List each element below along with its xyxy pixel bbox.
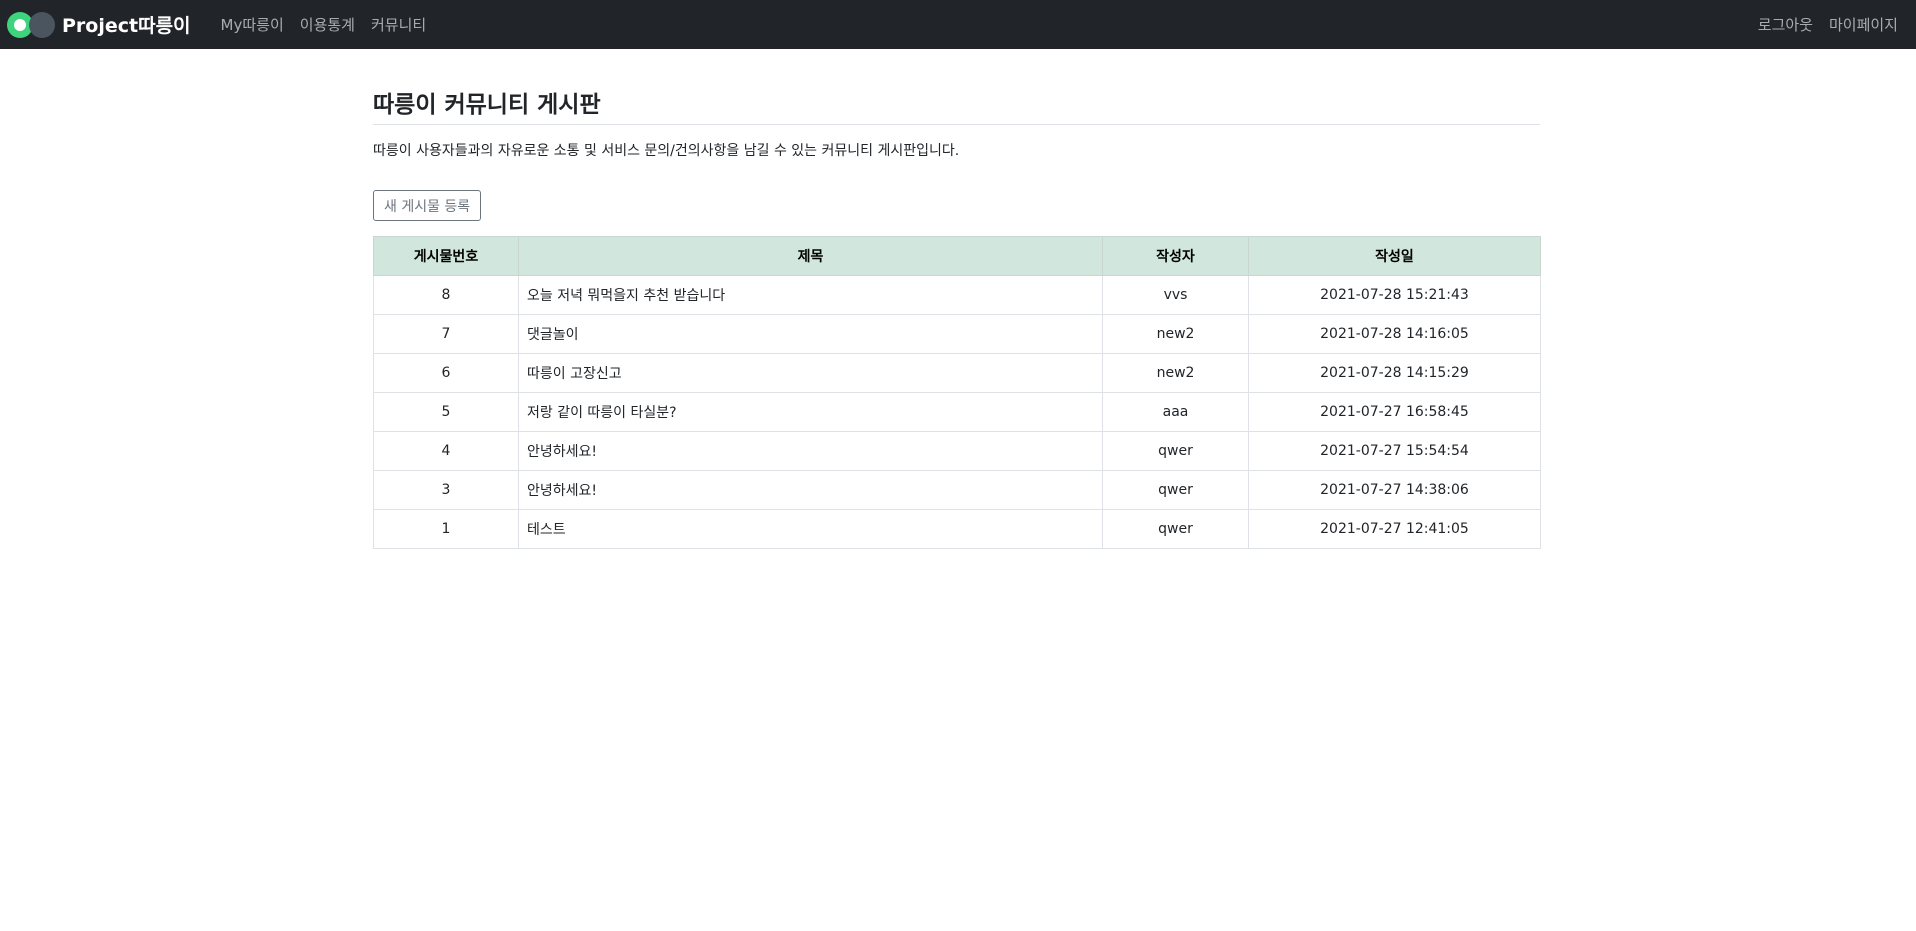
table-header-row: 게시물번호 제목 작성자 작성일 xyxy=(373,236,1541,276)
post-title-link[interactable]: 오늘 저녁 뭐먹을지 추천 받습니다 xyxy=(518,275,1103,315)
post-author: new2 xyxy=(1102,314,1249,354)
logo-wheel-right xyxy=(29,11,55,38)
brand-link[interactable]: Project따릉이 xyxy=(7,11,191,39)
post-number: 3 xyxy=(373,470,519,510)
header-author: 작성자 xyxy=(1102,236,1249,276)
nav-link-statistics[interactable]: 이용통계 xyxy=(292,14,363,35)
new-post-button[interactable]: 새 게시물 등록 xyxy=(373,190,482,221)
brand-name: Project따릉이 xyxy=(62,15,191,37)
table-row[interactable]: 5 저랑 같이 따릉이 타실분? aaa 2021-07-27 16:58:45 xyxy=(373,392,1541,432)
post-title-link[interactable]: 댓글놀이 xyxy=(518,314,1103,354)
post-title-link[interactable]: 저랑 같이 따릉이 타실분? xyxy=(518,392,1103,432)
nav-link-my-bike[interactable]: My따릉이 xyxy=(213,14,292,35)
table-row[interactable]: 1 테스트 qwer 2021-07-27 12:41:05 xyxy=(373,509,1541,549)
post-number: 5 xyxy=(373,392,519,432)
main-content: 따릉이 커뮤니티 게시판 따릉이 사용자들과의 자유로운 소통 및 서비스 문의… xyxy=(373,49,1541,549)
post-author: new2 xyxy=(1102,353,1249,393)
header-title: 제목 xyxy=(518,236,1103,276)
post-date: 2021-07-28 15:21:43 xyxy=(1248,275,1541,315)
nav-right-menu: 로그아웃 마이페이지 xyxy=(1750,14,1906,35)
post-date: 2021-07-27 12:41:05 xyxy=(1248,509,1541,549)
header-post-number: 게시물번호 xyxy=(373,236,519,276)
post-title-link[interactable]: 안녕하세요! xyxy=(518,431,1103,471)
post-date: 2021-07-27 16:58:45 xyxy=(1248,392,1541,432)
table-row[interactable]: 8 오늘 저녁 뭐먹을지 추천 받습니다 vvs 2021-07-28 15:2… xyxy=(373,275,1541,315)
post-number: 6 xyxy=(373,353,519,393)
page-title: 따릉이 커뮤니티 게시판 xyxy=(373,92,601,118)
table-row[interactable]: 3 안녕하세요! qwer 2021-07-27 14:38:06 xyxy=(373,470,1541,510)
bike-logo-icon xyxy=(7,11,55,39)
post-title-link[interactable]: 따릉이 고장신고 xyxy=(518,353,1103,393)
post-title-link[interactable]: 안녕하세요! xyxy=(518,470,1103,510)
title-divider xyxy=(373,124,1540,125)
nav-left-menu: My따릉이 이용통계 커뮤니티 xyxy=(213,14,435,35)
nav-link-logout[interactable]: 로그아웃 xyxy=(1750,14,1821,35)
post-date: 2021-07-28 14:15:29 xyxy=(1248,353,1541,393)
post-title-link[interactable]: 테스트 xyxy=(518,509,1103,549)
post-date: 2021-07-28 14:16:05 xyxy=(1248,314,1541,354)
top-navbar: Project따릉이 My따릉이 이용통계 커뮤니티 로그아웃 마이페이지 xyxy=(0,0,1916,49)
post-number: 8 xyxy=(373,275,519,315)
post-number: 7 xyxy=(373,314,519,354)
nav-link-community[interactable]: 커뮤니티 xyxy=(363,14,434,35)
post-author: qwer xyxy=(1102,431,1249,471)
post-date: 2021-07-27 14:38:06 xyxy=(1248,470,1541,510)
post-date: 2021-07-27 15:54:54 xyxy=(1248,431,1541,471)
post-number: 1 xyxy=(373,509,519,549)
table-row[interactable]: 7 댓글놀이 new2 2021-07-28 14:16:05 xyxy=(373,314,1541,354)
post-author: vvs xyxy=(1102,275,1249,315)
header-date: 작성일 xyxy=(1248,236,1541,276)
post-author: qwer xyxy=(1102,470,1249,510)
post-author: aaa xyxy=(1102,392,1249,432)
post-number: 4 xyxy=(373,431,519,471)
post-author: qwer xyxy=(1102,509,1249,549)
community-board-table: 게시물번호 제목 작성자 작성일 8 오늘 저녁 뭐먹을지 추천 받습니다 vv… xyxy=(373,236,1541,549)
table-row[interactable]: 4 안녕하세요! qwer 2021-07-27 15:54:54 xyxy=(373,431,1541,471)
table-row[interactable]: 6 따릉이 고장신고 new2 2021-07-28 14:15:29 xyxy=(373,353,1541,393)
page-description: 따릉이 사용자들과의 자유로운 소통 및 서비스 문의/건의사항을 남길 수 있… xyxy=(373,143,960,159)
nav-link-mypage[interactable]: 마이페이지 xyxy=(1821,14,1906,35)
